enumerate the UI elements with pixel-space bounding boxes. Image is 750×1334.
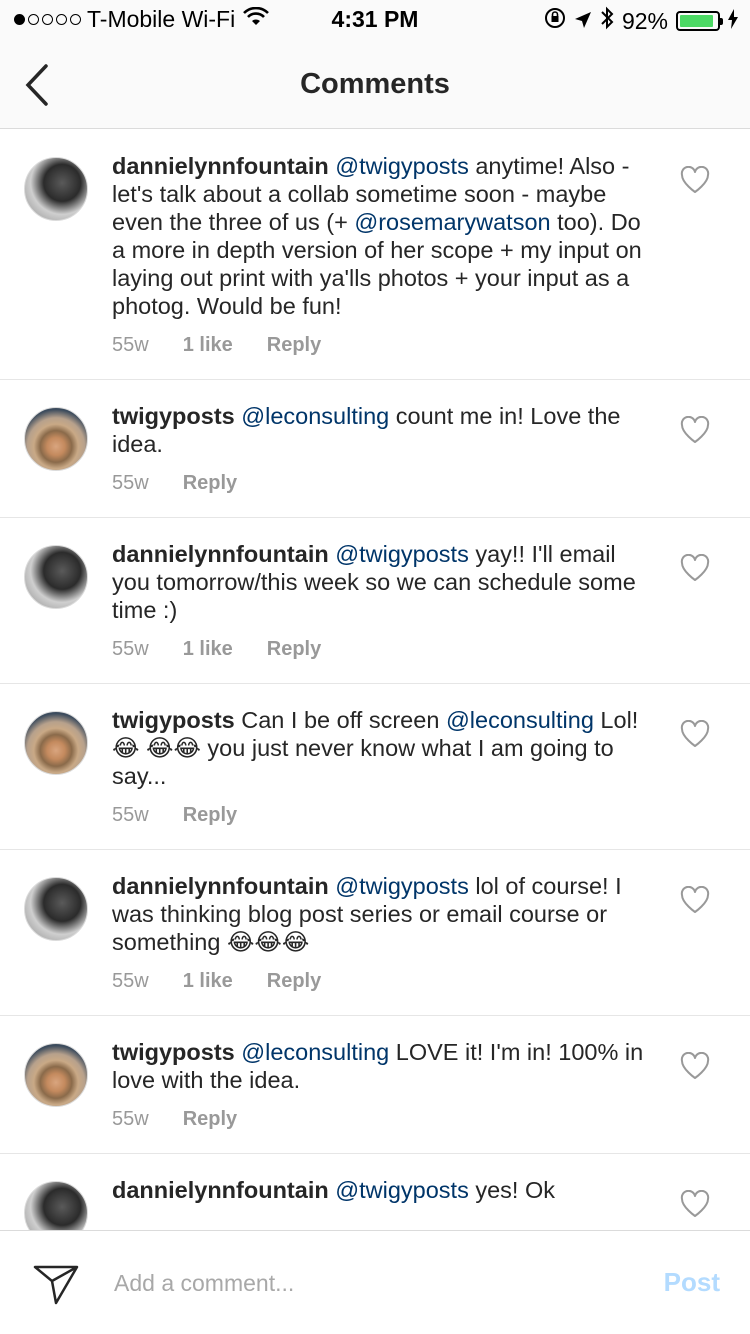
comment-row: dannielynnfountain @twigyposts lol of co…	[0, 850, 750, 1016]
status-right-group: 92%	[544, 6, 738, 36]
mention-link[interactable]: @leconsulting	[446, 707, 594, 733]
comment-row: twigyposts @leconsulting LOVE it! I'm in…	[0, 1016, 750, 1154]
comment-composer: Post	[0, 1230, 750, 1334]
likes-count[interactable]: 1 like	[183, 334, 233, 357]
mention-link[interactable]: @twigyposts	[335, 541, 469, 567]
mention-link[interactable]: @twigyposts	[335, 873, 469, 899]
reply-button[interactable]: Reply	[267, 638, 321, 661]
charging-icon	[728, 8, 738, 35]
comment-timestamp: 55w	[112, 334, 149, 356]
comment-timestamp: 55w	[112, 804, 149, 826]
comment-timestamp: 55w	[112, 638, 149, 660]
comment-meta: 55w Reply	[112, 804, 652, 827]
comment-username[interactable]: twigyposts	[112, 707, 235, 733]
comment-username[interactable]: dannielynnfountain	[112, 153, 329, 179]
mention-link[interactable]: @rosemarywatson	[354, 209, 550, 235]
heart-icon[interactable]	[680, 165, 710, 194]
comment-timestamp: 55w	[112, 970, 149, 992]
likes-count[interactable]: 1 like	[183, 970, 233, 993]
heart-icon[interactable]	[680, 1051, 710, 1080]
orientation-lock-icon	[544, 7, 566, 35]
comment-text: dannielynnfountain @twigyposts lol of co…	[112, 872, 652, 956]
comment-text: dannielynnfountain @twigyposts anytime! …	[112, 152, 652, 320]
battery-icon	[676, 11, 723, 31]
reply-button[interactable]: Reply	[267, 970, 321, 993]
comment-body: twigyposts @leconsulting count me in! Lo…	[112, 402, 652, 495]
comment-row: twigyposts @leconsulting count me in! Lo…	[0, 380, 750, 518]
comment-meta: 55w Reply	[112, 472, 652, 495]
comment-input[interactable]	[114, 1261, 634, 1305]
mention-link[interactable]: @twigyposts	[335, 153, 469, 179]
comment-body: dannielynnfountain @twigyposts yes! Ok	[112, 1176, 652, 1230]
comment-timestamp: 55w	[112, 472, 149, 494]
comment-row: dannielynnfountain @twigyposts anytime! …	[0, 130, 750, 380]
comment-username[interactable]: dannielynnfountain	[112, 1177, 329, 1203]
reply-button[interactable]: Reply	[183, 1108, 237, 1131]
mention-link[interactable]: @leconsulting	[241, 403, 389, 429]
comment-text-part: yes! Ok	[468, 1177, 556, 1203]
comment-row: dannielynnfountain @twigyposts yay!! I'l…	[0, 518, 750, 684]
battery-percent: 92%	[621, 7, 668, 34]
comment-username[interactable]: dannielynnfountain	[112, 873, 329, 899]
avatar[interactable]	[24, 407, 88, 471]
avatar[interactable]	[24, 157, 88, 221]
comment-meta: 55w 1 like Reply	[112, 638, 652, 661]
mention-link[interactable]: @leconsulting	[241, 1039, 389, 1065]
heart-icon[interactable]	[680, 553, 710, 582]
comment-text: twigyposts Can I be off screen @leconsul…	[112, 706, 652, 790]
reply-button[interactable]: Reply	[183, 472, 237, 495]
avatar[interactable]	[24, 1043, 88, 1107]
heart-icon[interactable]	[680, 719, 710, 748]
comment-body: dannielynnfountain @twigyposts lol of co…	[112, 872, 652, 993]
comment-row: dannielynnfountain @twigyposts yes! Ok	[0, 1154, 750, 1230]
avatar[interactable]	[24, 545, 88, 609]
send-icon[interactable]	[32, 1261, 80, 1307]
comment-meta: 55w 1 like Reply	[112, 970, 652, 993]
bluetooth-icon	[600, 6, 614, 36]
comment-username[interactable]: twigyposts	[112, 403, 235, 429]
avatar[interactable]	[24, 711, 88, 775]
location-icon	[574, 8, 592, 35]
heart-icon[interactable]	[680, 415, 710, 444]
comment-body: dannielynnfountain @twigyposts yay!! I'l…	[112, 540, 652, 661]
reply-button[interactable]: Reply	[267, 334, 321, 357]
likes-count[interactable]: 1 like	[183, 638, 233, 661]
comment-username[interactable]: dannielynnfountain	[112, 541, 329, 567]
heart-icon[interactable]	[680, 1189, 710, 1218]
comment-text: twigyposts @leconsulting LOVE it! I'm in…	[112, 1038, 652, 1094]
reply-button[interactable]: Reply	[183, 804, 237, 827]
avatar[interactable]	[24, 877, 88, 941]
avatar[interactable]	[24, 1181, 88, 1230]
mention-link[interactable]: @twigyposts	[335, 1177, 469, 1203]
comment-body: dannielynnfountain @twigyposts anytime! …	[112, 152, 652, 357]
comment-meta: 55w 1 like Reply	[112, 334, 652, 357]
comment-meta: 55w Reply	[112, 1108, 652, 1131]
comment-username[interactable]: twigyposts	[112, 1039, 235, 1065]
comment-timestamp: 55w	[112, 1108, 149, 1130]
comment-list[interactable]: dannielynnfountain @twigyposts anytime! …	[0, 130, 750, 1230]
comment-body: twigyposts @leconsulting LOVE it! I'm in…	[112, 1038, 652, 1131]
comment-text: dannielynnfountain @twigyposts yes! Ok	[112, 1176, 652, 1204]
status-bar: T-Mobile Wi-Fi 4:31 PM 92%	[0, 0, 750, 40]
nav-bar: Comments	[0, 40, 750, 129]
comment-text: twigyposts @leconsulting count me in! Lo…	[112, 402, 652, 458]
comment-text-part: Can I be off screen	[234, 707, 446, 733]
comment-row: twigyposts Can I be off screen @leconsul…	[0, 684, 750, 850]
heart-icon[interactable]	[680, 885, 710, 914]
comment-text: dannielynnfountain @twigyposts yay!! I'l…	[112, 540, 652, 624]
comment-body: twigyposts Can I be off screen @leconsul…	[112, 706, 652, 827]
post-button[interactable]: Post	[664, 1267, 720, 1298]
page-title: Comments	[300, 68, 450, 100]
